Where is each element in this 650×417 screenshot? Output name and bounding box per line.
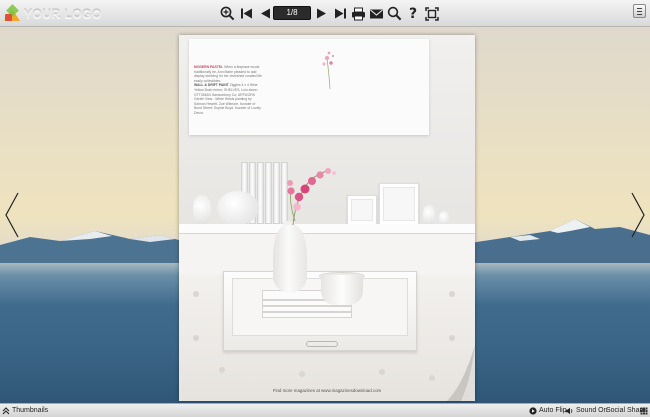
logo: YOUR LOGO	[4, 3, 102, 23]
logo-mark-icon	[4, 3, 20, 22]
next-page-icon[interactable]	[313, 4, 331, 23]
article-text: MODERN PASTEL When a fireplace would tra…	[194, 65, 264, 116]
mountain-right	[470, 219, 650, 263]
page-footer-link[interactable]: Find more magazines at www.magazinesdown…	[179, 388, 475, 393]
book-stage: MODERN PASTEL When a fireplace would tra…	[0, 27, 650, 403]
logo-text: YOUR LOGO	[24, 6, 102, 21]
help-icon[interactable]: ?	[404, 4, 422, 23]
picture-frame-large	[379, 183, 419, 225]
thumbnails-button[interactable]: Thumbnails	[2, 404, 48, 417]
ceramic-bowl	[321, 275, 363, 305]
next-page-arrow-icon[interactable]	[630, 192, 646, 238]
white-vase-small	[193, 195, 211, 225]
speaker-icon	[565, 407, 573, 414]
article-section-label: WALL & DRIFT PAINT	[194, 83, 229, 88]
fullscreen-icon[interactable]	[423, 4, 441, 23]
picture-frame-small	[347, 195, 377, 225]
article-headline: MODERN PASTEL	[194, 65, 224, 69]
prev-page-arrow-icon[interactable]	[4, 192, 20, 238]
page-curl-corner[interactable]	[441, 345, 475, 401]
sound-button[interactable]: Sound On	[565, 404, 608, 417]
grid-view-button[interactable]	[640, 404, 650, 417]
last-page-icon[interactable]	[331, 4, 349, 23]
print-icon[interactable]	[349, 4, 367, 23]
zoom-in-icon[interactable]	[218, 4, 236, 23]
white-figurine	[423, 205, 435, 225]
sound-label: Sound On	[576, 407, 608, 414]
orchid-sketch-image	[322, 51, 335, 89]
email-icon[interactable]	[367, 4, 385, 23]
thumbnails-label: Thumbnails	[12, 407, 49, 414]
double-chevron-up-icon	[2, 406, 10, 414]
auto-flip-button[interactable]: Auto Flip	[529, 404, 567, 417]
play-icon	[529, 406, 537, 415]
search-icon[interactable]	[385, 4, 403, 23]
first-page-icon[interactable]	[237, 4, 255, 23]
mountain-left	[0, 231, 190, 263]
bottom-bar: Thumbnails Auto Flip Sound On Social Sha…	[0, 403, 650, 417]
page-number-indicator[interactable]: 1/8	[273, 6, 311, 20]
magazine-page[interactable]: MODERN PASTEL When a fireplace would tra…	[179, 35, 475, 401]
toolbar: YOUR LOGO 1/8 ?	[0, 0, 650, 27]
orchid-flowers-image	[287, 168, 336, 226]
white-bowl	[217, 191, 259, 225]
menu-icon[interactable]	[633, 4, 646, 18]
prev-page-icon[interactable]	[256, 4, 274, 23]
auto-flip-label: Auto Flip	[539, 407, 567, 414]
white-figurine-small	[439, 211, 449, 225]
white-vase	[273, 225, 307, 293]
grid-icon	[640, 407, 648, 414]
